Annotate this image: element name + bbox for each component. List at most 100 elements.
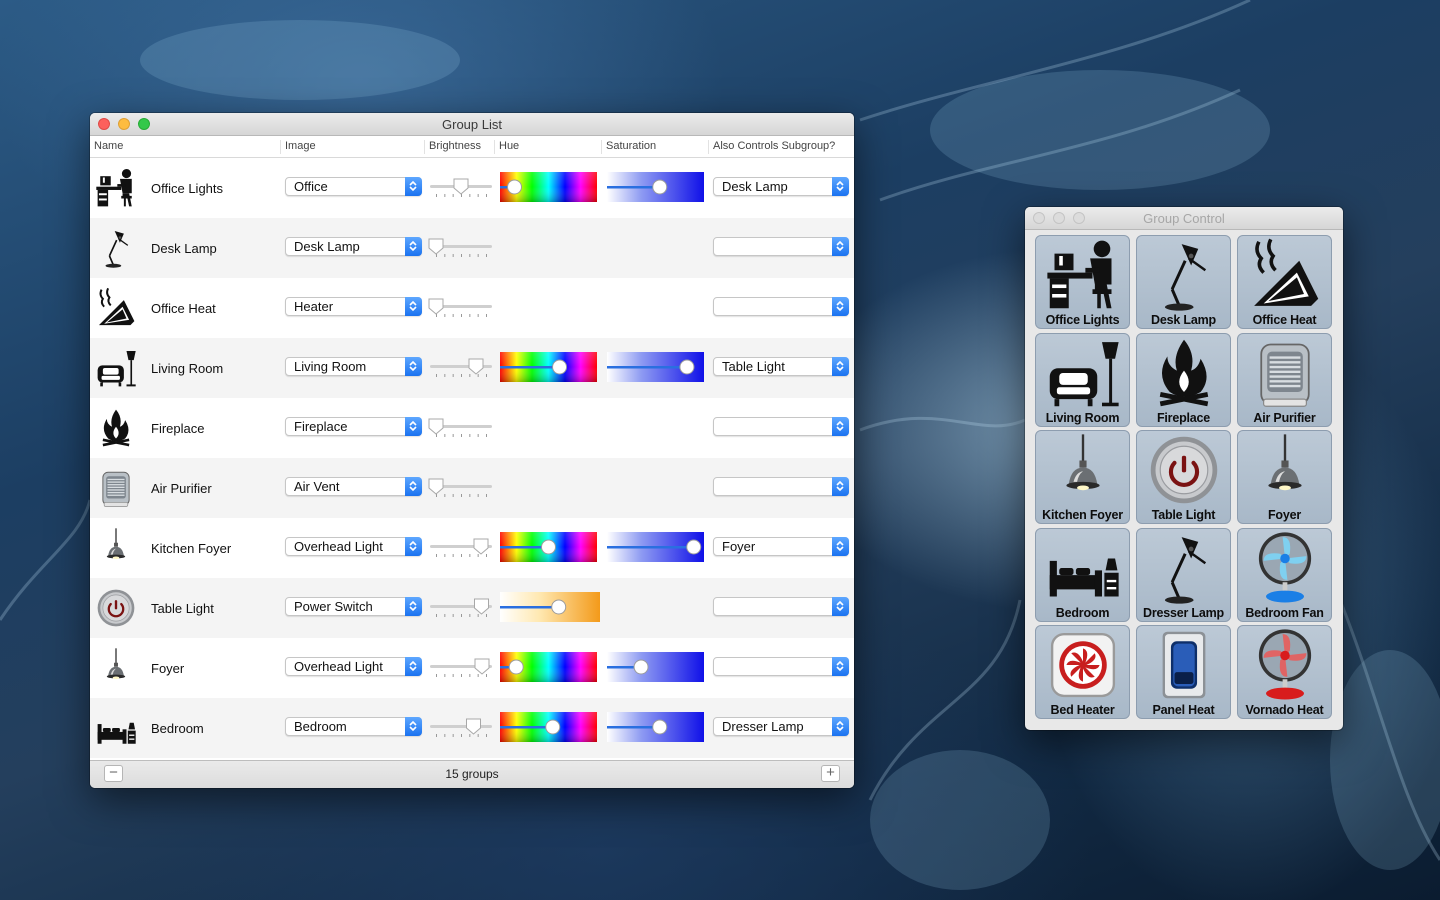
subgroup-select[interactable] — [713, 477, 849, 496]
table-row[interactable]: Air Purifier Air Vent — [90, 458, 854, 518]
table-row[interactable]: Fireplace Fireplace — [90, 398, 854, 458]
temperature-knob[interactable] — [551, 599, 567, 615]
column-header-saturation[interactable]: Saturation — [601, 140, 656, 154]
subgroup-select[interactable]: Table Light — [713, 357, 849, 376]
brightness-slider[interactable] — [428, 237, 494, 261]
brightness-knob[interactable] — [428, 478, 444, 495]
subgroup-select[interactable]: Foyer — [713, 537, 849, 556]
brightness-slider[interactable] — [428, 417, 494, 441]
table-row[interactable]: Office Lights Office Desk Lamp — [90, 158, 854, 218]
brightness-knob[interactable] — [474, 658, 490, 675]
saturation-knob[interactable] — [652, 179, 668, 195]
control-tile[interactable]: Kitchen Foyer — [1035, 430, 1130, 524]
brightness-slider[interactable] — [428, 297, 494, 321]
hue-slider[interactable] — [500, 652, 597, 682]
add-group-button[interactable]: + — [821, 765, 840, 782]
subgroup-select[interactable] — [713, 657, 849, 676]
subgroup-select[interactable]: Desk Lamp — [713, 177, 849, 196]
table-row[interactable]: Living Room Living Room Table Light — [90, 338, 854, 398]
image-select[interactable]: Heater — [285, 297, 422, 316]
image-select[interactable]: Overhead Light — [285, 657, 422, 676]
control-tile[interactable]: Bedroom — [1035, 527, 1130, 622]
control-tile[interactable]: Panel Heat — [1136, 625, 1231, 719]
control-tile[interactable]: Table Light — [1136, 430, 1231, 524]
group-list-titlebar[interactable]: Group List — [90, 113, 854, 136]
table-row[interactable]: Table Light Power Switch — [90, 578, 854, 638]
brightness-knob[interactable] — [473, 538, 489, 555]
control-tile[interactable]: Foyer — [1237, 430, 1332, 524]
saturation-knob[interactable] — [633, 659, 649, 675]
subgroup-select[interactable] — [713, 297, 849, 316]
brightness-knob[interactable] — [466, 718, 481, 735]
control-tile[interactable]: Dresser Lamp — [1136, 527, 1231, 622]
table-row[interactable]: Office Heat Heater — [90, 278, 854, 338]
subgroup-select[interactable]: Dresser Lamp — [713, 717, 849, 736]
saturation-slider[interactable] — [607, 352, 704, 382]
control-tile[interactable]: Bedroom Fan — [1237, 527, 1332, 622]
brightness-knob[interactable] — [428, 298, 444, 315]
brightness-knob[interactable] — [468, 358, 484, 375]
brightness-slider[interactable] — [428, 477, 494, 501]
hue-knob[interactable] — [545, 719, 561, 735]
subgroup-select[interactable] — [713, 417, 849, 436]
image-select[interactable]: Living Room — [285, 357, 422, 376]
hue-knob[interactable] — [541, 539, 556, 555]
group-name[interactable]: Foyer — [151, 661, 184, 676]
hue-slider[interactable] — [500, 352, 597, 382]
control-tile[interactable]: Vornado Heat — [1237, 625, 1332, 719]
subgroup-select[interactable] — [713, 237, 849, 256]
brightness-slider[interactable] — [428, 657, 494, 681]
saturation-knob[interactable] — [686, 539, 702, 555]
brightness-slider[interactable] — [428, 357, 494, 381]
brightness-knob[interactable] — [453, 178, 469, 195]
group-name[interactable]: Bedroom — [151, 721, 204, 736]
control-tile[interactable]: Bed Heater — [1035, 625, 1130, 719]
saturation-slider[interactable] — [607, 532, 704, 562]
brightness-knob[interactable] — [474, 598, 489, 615]
group-name[interactable]: Desk Lamp — [151, 241, 217, 256]
control-tile[interactable]: Office Lights — [1035, 235, 1130, 329]
image-select[interactable]: Air Vent — [285, 477, 422, 496]
brightness-slider[interactable] — [428, 537, 494, 561]
control-tile[interactable]: Office Heat — [1237, 235, 1332, 329]
group-name[interactable]: Table Light — [151, 601, 214, 616]
hue-knob[interactable] — [507, 179, 522, 195]
image-select[interactable]: Power Switch — [285, 597, 422, 616]
saturation-slider[interactable] — [607, 652, 704, 682]
column-header-name[interactable]: Name — [90, 140, 123, 154]
brightness-slider[interactable] — [428, 177, 494, 201]
image-select[interactable]: Overhead Light — [285, 537, 422, 556]
group-name[interactable]: Office Heat — [151, 301, 216, 316]
control-tile[interactable]: Air Purifier — [1237, 332, 1332, 427]
table-row[interactable]: Desk Lamp Desk Lamp — [90, 218, 854, 278]
hue-slider[interactable] — [500, 172, 597, 202]
saturation-slider[interactable] — [607, 712, 704, 742]
control-tile[interactable]: Living Room — [1035, 332, 1130, 427]
subgroup-select[interactable] — [713, 597, 849, 616]
group-name[interactable]: Living Room — [151, 361, 223, 376]
color-temperature-slider[interactable] — [500, 592, 600, 622]
brightness-knob[interactable] — [428, 238, 444, 255]
control-tile[interactable]: Desk Lamp — [1136, 235, 1231, 329]
image-select[interactable]: Desk Lamp — [285, 237, 422, 256]
table-row[interactable]: Kitchen Foyer Overhead Light Foyer — [90, 518, 854, 578]
image-select[interactable]: Fireplace — [285, 417, 422, 436]
brightness-knob[interactable] — [428, 418, 444, 435]
hue-knob[interactable] — [508, 659, 524, 675]
column-header-hue[interactable]: Hue — [494, 140, 519, 154]
group-name[interactable]: Kitchen Foyer — [151, 541, 231, 556]
hue-knob[interactable] — [552, 359, 568, 375]
column-header-image[interactable]: Image — [280, 140, 316, 154]
table-row[interactable]: Bedroom Bedroom Dresser Lamp — [90, 698, 854, 758]
group-name[interactable]: Air Purifier — [151, 481, 212, 496]
brightness-slider[interactable] — [428, 597, 494, 621]
hue-slider[interactable] — [500, 532, 597, 562]
group-control-titlebar[interactable]: Group Control — [1025, 207, 1343, 230]
table-row[interactable]: Foyer Overhead Light — [90, 638, 854, 698]
hue-slider[interactable] — [500, 712, 597, 742]
saturation-slider[interactable] — [607, 172, 704, 202]
image-select[interactable]: Office — [285, 177, 422, 196]
column-header-brightness[interactable]: Brightness — [424, 140, 481, 154]
image-select[interactable]: Bedroom — [285, 717, 422, 736]
group-name[interactable]: Fireplace — [151, 421, 204, 436]
